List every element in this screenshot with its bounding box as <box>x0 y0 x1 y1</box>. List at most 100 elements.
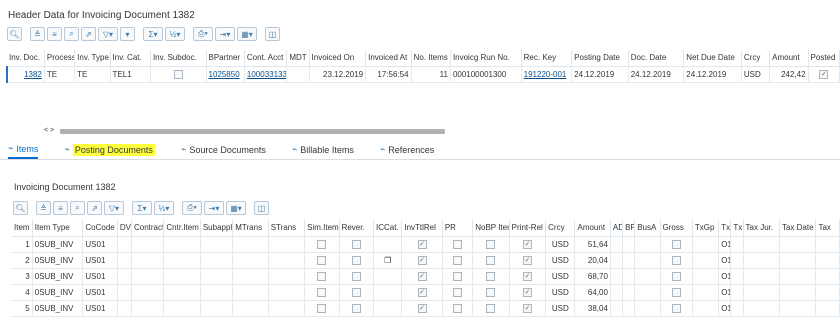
checkbox[interactable]: ✓ <box>819 69 829 79</box>
column-header[interactable]: Inv. Doc. <box>7 50 45 67</box>
tab-posting-documents[interactable]: ⌁ Posting Documents <box>64 140 155 159</box>
checkbox[interactable] <box>453 271 463 281</box>
checkbox[interactable] <box>317 271 327 281</box>
column-header[interactable]: Gross <box>660 220 693 237</box>
column-header[interactable]: ICCat. <box>373 220 403 237</box>
column-header[interactable]: Process <box>44 50 76 67</box>
checkbox[interactable] <box>486 255 496 265</box>
column-header[interactable]: Inv. Cat. <box>110 50 151 67</box>
checkbox[interactable] <box>453 255 463 265</box>
column-header[interactable]: BP <box>622 220 636 237</box>
column-header[interactable]: InvTtlRel <box>401 220 443 237</box>
checkbox[interactable]: ✓ <box>522 271 532 281</box>
column-header[interactable]: No. Items <box>411 50 451 67</box>
header-cell[interactable]: 1025850 <box>206 66 245 83</box>
tab-billable-items[interactable]: ⌁ Billable Items <box>292 140 354 159</box>
detail-icon[interactable]: ◫ <box>265 27 280 41</box>
checkbox[interactable] <box>351 287 361 297</box>
column-header[interactable]: MTrans <box>232 220 269 237</box>
table-row[interactable]: 3 0SUB_INV US01 ✓ ✓ USD 68,70 O1 <box>12 268 840 285</box>
find-icon[interactable]: 🔍︎ <box>7 27 22 41</box>
search-icon[interactable]: ⌕ <box>70 201 85 215</box>
column-header[interactable]: Tax <box>815 220 840 237</box>
column-header[interactable]: Item <box>12 220 33 237</box>
tab-references[interactable]: ⌁ References <box>380 140 434 159</box>
sort-ascending-icon[interactable]: ≜ <box>36 201 51 215</box>
table-row[interactable]: 1 0SUB_INV US01 ✓ ✓ USD 51,64 O1 <box>12 236 840 253</box>
detail-icon[interactable]: ◫ <box>254 201 269 215</box>
checkbox[interactable] <box>486 239 496 249</box>
checkbox[interactable] <box>173 69 183 79</box>
column-header[interactable]: BusA <box>634 220 661 237</box>
checkbox[interactable] <box>317 303 327 313</box>
column-header[interactable]: TxGp <box>692 220 720 237</box>
header-cell[interactable]: 1382 <box>5 66 45 83</box>
column-header[interactable]: Amount <box>574 220 611 237</box>
checkbox[interactable]: ✓ <box>522 303 532 313</box>
checkbox[interactable] <box>453 303 463 313</box>
table-row[interactable]: 5 0SUB_INV US01 ✓ ✓ USD 38,04 O1 <box>12 300 840 317</box>
column-header[interactable]: Invoiced On <box>309 50 367 67</box>
subtotal-icon[interactable]: ½▾ <box>165 27 185 41</box>
table-row[interactable]: 4 0SUB_INV US01 ✓ ✓ USD 64,00 O1 <box>12 284 840 301</box>
checkbox[interactable] <box>453 239 463 249</box>
cell-link[interactable]: 191220-001 <box>524 70 567 79</box>
column-header[interactable]: Invoiced At <box>365 50 412 67</box>
checkbox[interactable] <box>453 287 463 297</box>
column-header[interactable]: Amount <box>769 50 809 67</box>
column-header[interactable]: Sim.Item <box>304 220 340 237</box>
column-header[interactable]: Contract <box>131 220 165 237</box>
column-header[interactable]: Tx <box>718 220 732 237</box>
checkbox[interactable] <box>671 255 681 265</box>
column-header[interactable]: Net Due Date <box>683 50 742 67</box>
column-header[interactable]: CoCode <box>82 220 118 237</box>
filter-icon[interactable]: ▽▾ <box>104 201 124 215</box>
sort-descending-icon[interactable]: ≡ <box>53 201 68 215</box>
checkbox[interactable]: ✓ <box>522 287 532 297</box>
column-header[interactable]: DV <box>117 220 132 237</box>
header-cell[interactable]: 100033133 <box>244 66 288 83</box>
tab-source-documents[interactable]: ⌁ Source Documents <box>181 140 266 159</box>
column-header[interactable]: Cont. Acct <box>244 50 288 67</box>
horizontal-scrollbar[interactable] <box>60 129 445 134</box>
header-cell[interactable]: 191220-001 <box>521 66 573 83</box>
export-icon[interactable]: ⇥▾ <box>215 27 235 41</box>
column-header[interactable]: Cntr.Item <box>163 220 201 237</box>
column-header[interactable]: Posting Date <box>571 50 629 67</box>
column-header[interactable]: STrans <box>268 220 306 237</box>
layout-icon[interactable]: ▦▾ <box>237 27 257 41</box>
checkbox[interactable]: ✓ <box>417 239 427 249</box>
checkbox[interactable]: ✓ <box>417 287 427 297</box>
print-icon[interactable]: ⎙▾ <box>193 27 213 41</box>
checkbox[interactable] <box>671 287 681 297</box>
find-icon[interactable]: 🔍︎ <box>13 201 28 215</box>
checkbox[interactable]: ✓ <box>522 239 532 249</box>
column-header[interactable]: Crcy <box>545 220 576 237</box>
checkbox[interactable] <box>486 303 496 313</box>
filter-icon[interactable]: ▽▾ <box>98 27 118 41</box>
column-header[interactable]: Invoicg Run No. <box>450 50 522 67</box>
column-header[interactable]: AD <box>610 220 624 237</box>
column-header[interactable]: Posted <box>808 50 840 67</box>
search-icon[interactable]: ⌕ <box>64 27 79 41</box>
checkbox[interactable] <box>317 255 327 265</box>
sum-icon[interactable]: Σ▾ <box>143 27 163 41</box>
chevron-icon[interactable]: ▾ <box>120 27 135 41</box>
column-header[interactable]: Doc. Date <box>628 50 685 67</box>
column-header[interactable]: NoBP Item <box>472 220 510 237</box>
column-header[interactable]: BPartner <box>206 50 245 67</box>
table-row[interactable]: 2 0SUB_INV US01 ❐ ✓ ✓ USD 20,04 O1 <box>12 252 840 269</box>
column-header[interactable]: Tax Date <box>779 220 817 237</box>
column-header[interactable]: Rec. Key <box>521 50 573 67</box>
column-header[interactable]: Tx <box>730 220 744 237</box>
checkbox[interactable] <box>486 287 496 297</box>
export-icon[interactable]: ⇥▾ <box>204 201 224 215</box>
checkbox[interactable] <box>317 239 327 249</box>
checkbox[interactable] <box>351 239 361 249</box>
checkbox[interactable] <box>486 271 496 281</box>
column-header[interactable]: Subappl <box>200 220 234 237</box>
column-header[interactable]: Item Type <box>32 220 84 237</box>
column-header[interactable]: Inv. Type <box>74 50 111 67</box>
cell-link[interactable]: 1025850 <box>209 70 240 79</box>
sort-descending-icon[interactable]: ≡ <box>47 27 62 41</box>
